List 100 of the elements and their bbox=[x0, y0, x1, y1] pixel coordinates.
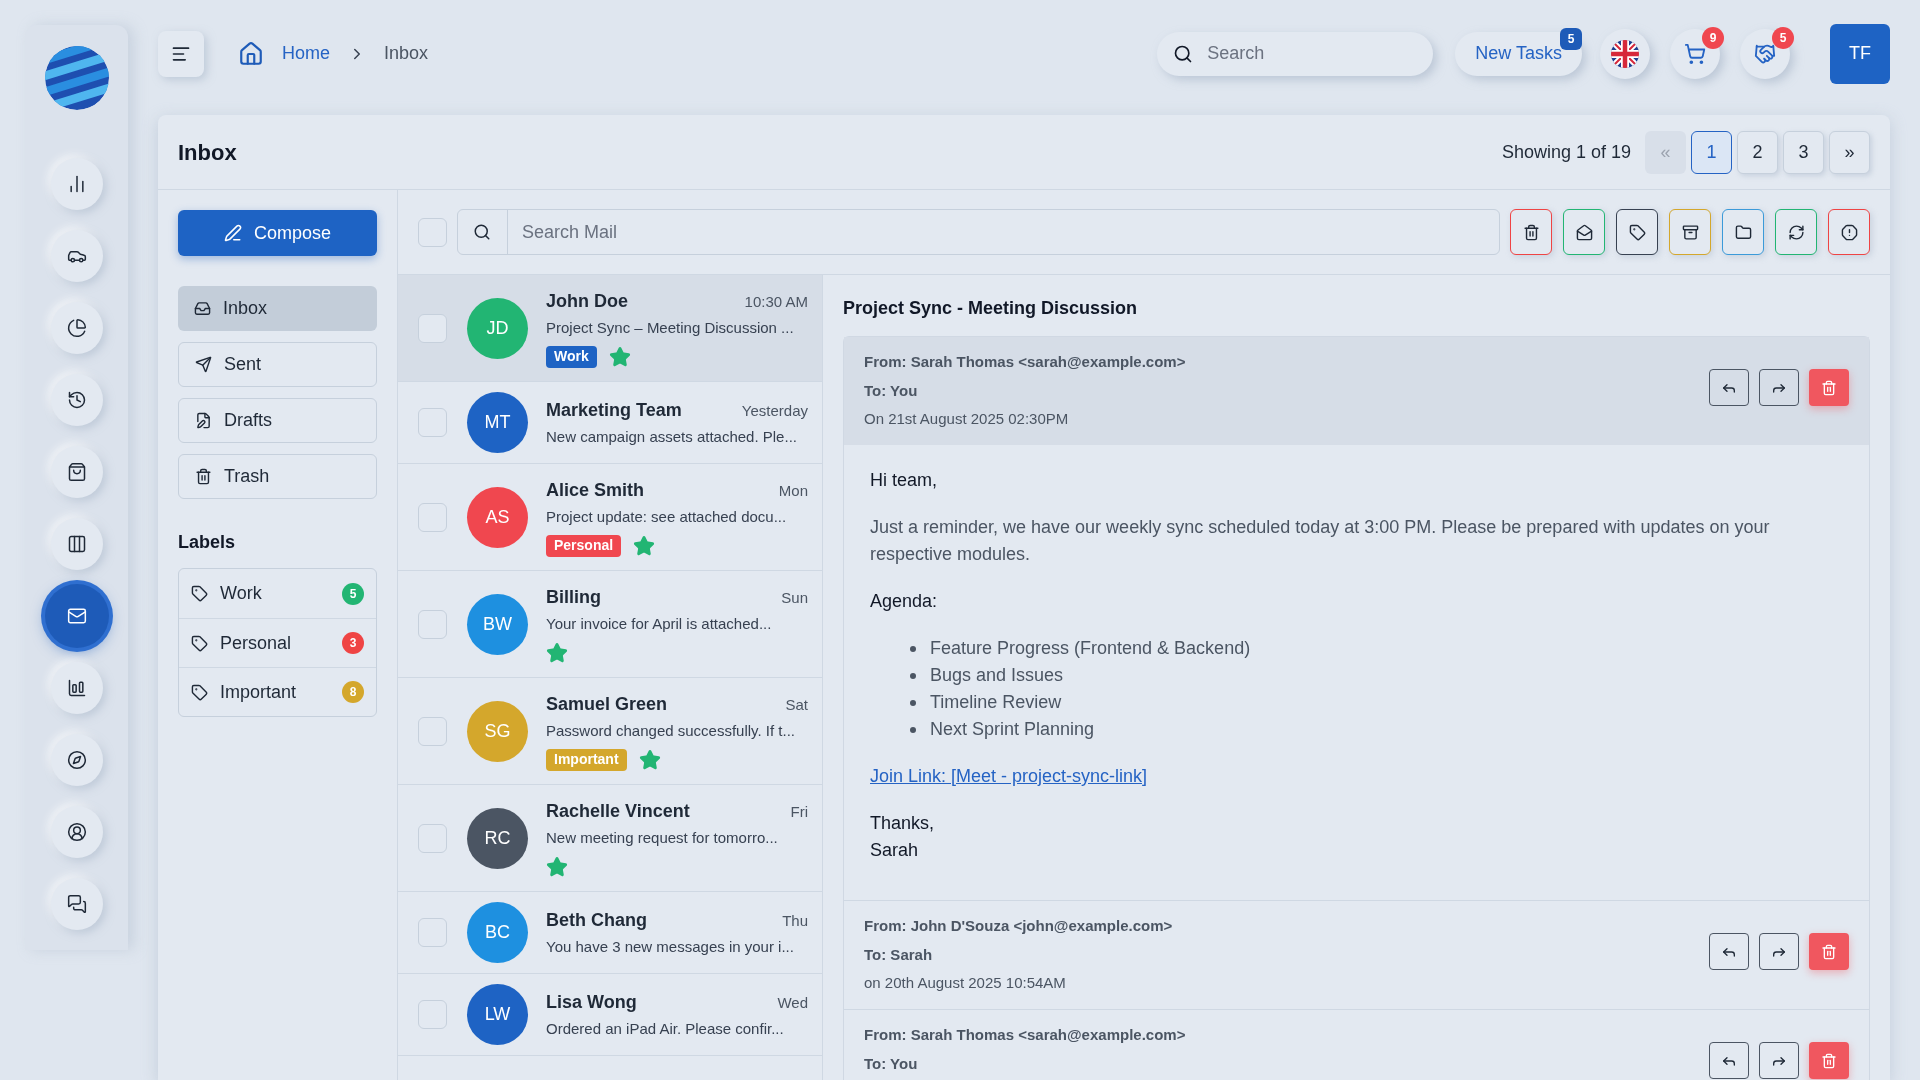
star-icon[interactable] bbox=[546, 855, 568, 878]
logo bbox=[43, 45, 110, 111]
page-button[interactable]: » bbox=[1829, 130, 1870, 174]
star-icon[interactable] bbox=[638, 748, 661, 771]
forward-button[interactable] bbox=[1759, 1042, 1799, 1079]
count-badge: 5 bbox=[342, 582, 364, 605]
message-time: Sat bbox=[785, 695, 808, 716]
language-button[interactable] bbox=[1600, 28, 1650, 79]
checkbox[interactable] bbox=[418, 502, 447, 532]
label-item[interactable]: Personal 3 bbox=[179, 618, 376, 667]
cart-button[interactable] bbox=[1670, 28, 1720, 79]
message-row[interactable]: MT Marketing Team Yesterday New campaign assets attached. Ple... bbox=[398, 382, 822, 464]
folder-item[interactable]: Inbox bbox=[178, 286, 377, 331]
message-preview: Ordered an iPad Air. Please confir... bbox=[546, 1018, 785, 1039]
star-icon[interactable] bbox=[633, 534, 656, 557]
message-row[interactable]: AS Alice Smith Mon Project update: see attached docu... Personal bbox=[398, 464, 822, 571]
message-row[interactable]: JD John Doe 10:30 AM Project Sync – Meeting Discussion ... Work bbox=[398, 275, 822, 382]
breadcrumb-link[interactable]: Home bbox=[282, 40, 330, 67]
trash-icon bbox=[1821, 1052, 1837, 1069]
search-field[interactable]: Search bbox=[1157, 31, 1434, 76]
deals-button[interactable] bbox=[1740, 28, 1790, 79]
trash-icon bbox=[1821, 379, 1837, 396]
reply-button[interactable] bbox=[1709, 369, 1749, 406]
avatar: SG bbox=[467, 700, 528, 762]
refresh-button[interactable] bbox=[1775, 209, 1817, 255]
sender-name: Marketing Team bbox=[546, 398, 683, 422]
checkbox[interactable] bbox=[418, 217, 447, 247]
message-header[interactable]: From: Sarah Thomas <sarah@example.com> To: You bbox=[844, 1010, 1869, 1080]
message-row[interactable]: BW Billing Sun Your invoice for April is attached... bbox=[398, 571, 822, 678]
signature-line: Thanks, bbox=[870, 812, 936, 835]
message-row[interactable]: BC Beth Chang Thu You have 3 new messages in your i... bbox=[398, 892, 822, 974]
checkbox[interactable] bbox=[418, 313, 447, 343]
menu-button[interactable] bbox=[158, 30, 204, 77]
label-button[interactable] bbox=[1616, 209, 1658, 255]
user-avatar[interactable]: TF bbox=[1830, 23, 1890, 84]
count-badge: 8 bbox=[342, 681, 364, 703]
message-row[interactable]: LW Lisa Wong Wed Ordered an iPad Air. Please confir... bbox=[398, 974, 822, 1056]
forward-button[interactable] bbox=[1759, 369, 1799, 406]
tag-icon bbox=[191, 585, 208, 602]
search-icon bbox=[473, 223, 491, 241]
mark-read-icon bbox=[1575, 223, 1593, 241]
delete-icon bbox=[1522, 223, 1540, 241]
compose-button[interactable]: Compose bbox=[178, 210, 377, 256]
checkbox[interactable] bbox=[418, 823, 447, 853]
pagination-summary: Showing 1 of 19 bbox=[1501, 140, 1631, 164]
pie-chart-icon bbox=[66, 318, 87, 338]
body-text: Just a reminder, we have our weekly sync scheduled today at 3:00 PM. Please be prepared with updates on your respective modules. bbox=[870, 516, 1771, 566]
message-row[interactable]: RC Rachelle Vincent Fri New meeting request for tomorro... bbox=[398, 785, 822, 892]
message-preview: New campaign assets attached. Ple... bbox=[546, 426, 798, 447]
compass-icon bbox=[66, 750, 87, 770]
page-button[interactable]: 3 bbox=[1783, 130, 1824, 174]
search-mail-field[interactable]: Search Mail bbox=[457, 209, 1500, 255]
label-item[interactable]: Work 5 bbox=[179, 569, 376, 618]
count-badge: 5 bbox=[1560, 27, 1582, 50]
move-button[interactable] bbox=[1722, 209, 1764, 255]
report-button[interactable] bbox=[1828, 209, 1870, 255]
checkbox[interactable] bbox=[418, 716, 447, 746]
mark-read-button[interactable] bbox=[1563, 209, 1605, 255]
tag-icon bbox=[191, 683, 208, 701]
message-header[interactable]: From: John D'Souza <john@example.com> To: Sarah on 20th August 2025 10:54AM bbox=[844, 901, 1869, 1009]
avatar: JD bbox=[467, 297, 528, 359]
recipient-line: To: Sarah bbox=[864, 944, 934, 965]
avatar: BW bbox=[467, 593, 528, 655]
folder-item[interactable]: Drafts bbox=[178, 398, 377, 443]
page-button[interactable]: 2 bbox=[1737, 130, 1778, 174]
avatar: MT bbox=[467, 392, 528, 453]
trash-icon bbox=[1821, 943, 1837, 960]
agenda-item: Bugs and Issues bbox=[910, 662, 1843, 689]
checkbox[interactable] bbox=[418, 918, 447, 947]
message-preview: Project Sync – Meeting Discussion ... bbox=[546, 318, 795, 339]
checkbox[interactable] bbox=[418, 408, 447, 437]
label-item[interactable]: Important 8 bbox=[179, 667, 376, 716]
message-preview: Your invoice for April is attached... bbox=[546, 614, 773, 635]
message-time: Mon bbox=[778, 481, 808, 502]
reply-button[interactable] bbox=[1709, 1042, 1749, 1079]
reply-button[interactable] bbox=[1709, 933, 1749, 970]
delete-button[interactable] bbox=[1510, 209, 1552, 255]
sender-name: Lisa Wong bbox=[546, 990, 638, 1014]
message-time: Sun bbox=[781, 588, 808, 609]
message-preview: New meeting request for tomorro... bbox=[546, 828, 779, 849]
meeting-link[interactable]: Join Link: [Meet - project-sync-link] bbox=[870, 763, 1148, 790]
body-text: Hi team, bbox=[870, 469, 939, 492]
forward-button[interactable] bbox=[1759, 933, 1799, 970]
report-icon bbox=[1840, 223, 1858, 241]
folder-item[interactable]: Sent bbox=[178, 342, 377, 387]
new-tasks-button[interactable]: New Tasks 5 bbox=[1455, 31, 1582, 76]
folder-item[interactable]: Trash bbox=[178, 454, 377, 499]
archive-button[interactable] bbox=[1669, 209, 1711, 255]
sent-date: on 20th August 2025 10:54AM bbox=[864, 973, 1067, 993]
nav-button[interactable] bbox=[50, 662, 103, 714]
message-row[interactable]: SG Samuel Green Sat Password changed successfully. If t... Important bbox=[398, 678, 822, 785]
agenda-item: Feature Progress (Frontend & Backend) bbox=[910, 635, 1843, 662]
avatar: LW bbox=[467, 984, 528, 1045]
star-icon[interactable] bbox=[546, 641, 568, 664]
handshake-icon bbox=[1754, 42, 1776, 65]
checkbox[interactable] bbox=[418, 1000, 447, 1029]
checkbox[interactable] bbox=[418, 609, 447, 639]
page-button[interactable]: 1 bbox=[1691, 130, 1732, 174]
message-header[interactable]: From: Sarah Thomas <sarah@example.com> To: You On 21st August 2025 02:30PM bbox=[844, 337, 1869, 445]
star-icon[interactable] bbox=[608, 345, 631, 368]
